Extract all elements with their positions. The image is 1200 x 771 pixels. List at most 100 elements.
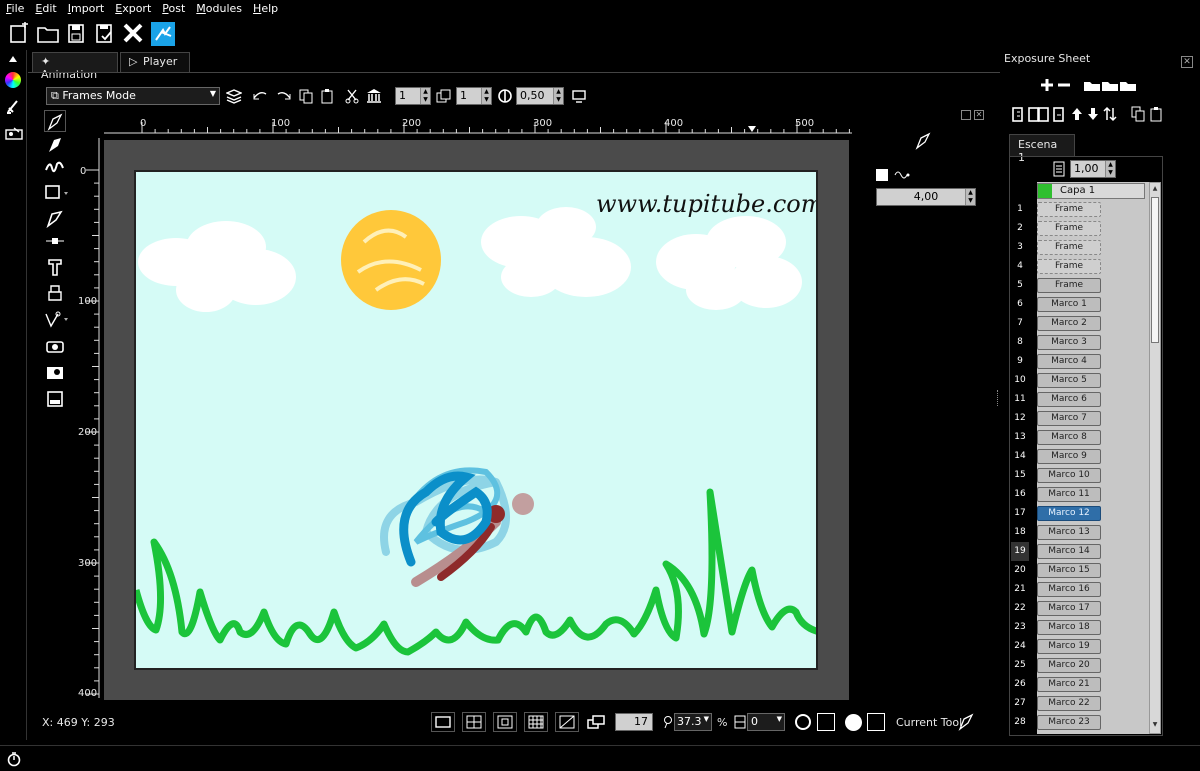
table-row[interactable]: 12 Marco 7 xyxy=(1011,409,1161,428)
table-row[interactable]: 25 Marco 20 xyxy=(1011,656,1161,675)
table-row[interactable]: 28 Marco 23 xyxy=(1011,713,1161,732)
frame-cell[interactable]: Marco 23 xyxy=(1037,715,1101,730)
frames-mode-select[interactable]: ⧉ Frames Mode ▼ xyxy=(46,87,220,105)
frame-cell[interactable]: Marco 14 xyxy=(1037,544,1101,559)
camera-tool-icon[interactable] xyxy=(44,336,66,358)
opacity-spinbox[interactable]: 0,50 ▲ ▼ xyxy=(516,87,564,105)
duplicate-scene-icon[interactable] xyxy=(1101,78,1119,92)
fill-color-swatch[interactable] xyxy=(867,713,885,731)
copy-frame-icon[interactable] xyxy=(1131,106,1147,122)
grid-icon[interactable] xyxy=(524,712,548,732)
node-tool-icon[interactable] xyxy=(44,230,66,252)
frame-cell[interactable]: Marco 3 xyxy=(1037,335,1101,350)
frame-cell[interactable]: Marco 5 xyxy=(1037,373,1101,388)
table-row[interactable]: 11 Marco 6 xyxy=(1011,390,1161,409)
tab-scene[interactable]: Escena 1 xyxy=(1009,134,1075,164)
menu-modules[interactable]: Modules xyxy=(190,0,247,15)
frame-cell[interactable]: Frame xyxy=(1037,240,1101,255)
frame-cell[interactable]: Marco 11 xyxy=(1037,487,1101,502)
frame-cell[interactable]: Marco 7 xyxy=(1037,411,1101,426)
table-row[interactable]: 2 Frame xyxy=(1011,219,1161,238)
move-up-icon[interactable] xyxy=(1071,106,1083,122)
menu-help[interactable]: Help xyxy=(247,0,283,15)
frame-cell[interactable]: Marco 8 xyxy=(1037,430,1101,445)
frame-cell[interactable]: Marco 13 xyxy=(1037,525,1101,540)
table-row[interactable]: 10 Marco 5 xyxy=(1011,371,1161,390)
paste-frame-icon[interactable] xyxy=(320,88,336,104)
frame-cell[interactable]: Marco 17 xyxy=(1037,601,1101,616)
add-layer-icon[interactable] xyxy=(1039,78,1055,92)
frame-cell[interactable]: Marco 16 xyxy=(1037,582,1101,597)
safe-area-icon[interactable] xyxy=(462,712,486,732)
new-project-icon[interactable] xyxy=(8,22,32,46)
table-row[interactable]: 15 Marco 10 xyxy=(1011,466,1161,485)
menu-edit[interactable]: Edit xyxy=(29,0,61,15)
frame-number-field[interactable]: 17 xyxy=(615,713,653,731)
save-icon[interactable] xyxy=(66,22,90,46)
export-frame-icon[interactable] xyxy=(44,388,66,410)
table-row[interactable]: 3 Frame xyxy=(1011,238,1161,257)
table-row[interactable]: 19 Marco 14 xyxy=(1011,542,1161,561)
pen-properties-icon[interactable] xyxy=(5,98,21,114)
frame-cell[interactable]: Marco 1 xyxy=(1037,297,1101,312)
frame-cell[interactable]: Marco 2 xyxy=(1037,316,1101,331)
stroke-color-swatch[interactable] xyxy=(817,713,835,731)
tab-animation[interactable]: ✦Animation xyxy=(32,52,118,81)
menu-post[interactable]: Post xyxy=(156,0,190,15)
image-tool-icon[interactable] xyxy=(44,362,66,384)
rotation-select[interactable]: 0 ▼ xyxy=(747,713,785,731)
tupitube-logo-icon[interactable] xyxy=(151,22,175,46)
smoothness-spinbox[interactable]: 4,00 ▲ ▼ xyxy=(876,188,976,206)
fill-color-icon[interactable] xyxy=(845,714,862,731)
insert-frame-icon[interactable] xyxy=(1011,106,1027,122)
table-row[interactable]: 20 Marco 15 xyxy=(1011,561,1161,580)
color-palette-icon[interactable] xyxy=(5,72,21,88)
copy-frame-icon[interactable] xyxy=(298,88,314,104)
table-row[interactable]: 9 Marco 4 xyxy=(1011,352,1161,371)
menu-export[interactable]: Export xyxy=(109,0,156,15)
table-row[interactable]: 21 Marco 16 xyxy=(1011,580,1161,599)
table-row[interactable]: 6 Marco 1 xyxy=(1011,295,1161,314)
motion-tween-tool-icon[interactable] xyxy=(44,308,68,330)
cut-icon[interactable] xyxy=(344,88,360,104)
library-building-icon[interactable] xyxy=(366,88,382,104)
previous-frame-icon[interactable] xyxy=(252,88,268,104)
polyline-tool-icon[interactable] xyxy=(44,156,66,178)
table-row[interactable]: 8 Marco 3 xyxy=(1011,333,1161,352)
table-row[interactable]: 24 Marco 19 xyxy=(1011,637,1161,656)
frame-cell[interactable]: Marco 19 xyxy=(1037,639,1101,654)
tab-player[interactable]: ▷ Player xyxy=(120,52,190,72)
scroll-up-icon[interactable]: ▲ xyxy=(1151,185,1159,193)
frame-cell[interactable]: Marco 4 xyxy=(1037,354,1101,369)
next-frame-icon[interactable] xyxy=(276,88,292,104)
timer-icon[interactable] xyxy=(6,751,22,767)
swap-icon[interactable] xyxy=(1103,106,1117,122)
close-icon[interactable]: ✕ xyxy=(1181,56,1193,68)
table-row[interactable]: 1 Frame xyxy=(1011,200,1161,219)
table-row[interactable]: 26 Marco 21 xyxy=(1011,675,1161,694)
select-tool-icon[interactable] xyxy=(44,208,66,230)
frame-cell[interactable]: Marco 12 xyxy=(1037,506,1101,521)
table-row[interactable]: 7 Marco 2 xyxy=(1011,314,1161,333)
save-as-icon[interactable] xyxy=(94,22,118,46)
float-icon[interactable] xyxy=(961,110,971,120)
onion-previous-spinbox[interactable]: 1 ▲ ▼ xyxy=(395,87,431,105)
canvas-size-icon[interactable] xyxy=(586,713,606,731)
rectangle-tool-icon[interactable] xyxy=(44,182,68,204)
table-row[interactable]: 23 Marco 18 xyxy=(1011,618,1161,637)
pencil-tool-icon[interactable] xyxy=(44,110,66,132)
table-row[interactable]: 5 Frame xyxy=(1011,276,1161,295)
move-down-icon[interactable] xyxy=(1087,106,1099,122)
library-icon[interactable] xyxy=(5,126,23,140)
frame-cell[interactable]: Marco 21 xyxy=(1037,677,1101,692)
frame-cell[interactable]: Frame xyxy=(1037,221,1101,236)
table-row[interactable]: 13 Marco 8 xyxy=(1011,428,1161,447)
remove-frame-icon[interactable] xyxy=(1052,106,1068,122)
frame-cell[interactable]: Marco 9 xyxy=(1037,449,1101,464)
table-row[interactable]: 16 Marco 11 xyxy=(1011,485,1161,504)
frame-cell[interactable]: Marco 18 xyxy=(1037,620,1101,635)
open-folder-icon[interactable] xyxy=(36,22,60,46)
layer-color-swatch[interactable] xyxy=(1038,184,1052,198)
onion-next-spinbox[interactable]: 1 ▲ ▼ xyxy=(456,87,492,105)
frame-cell[interactable]: Marco 22 xyxy=(1037,696,1101,711)
